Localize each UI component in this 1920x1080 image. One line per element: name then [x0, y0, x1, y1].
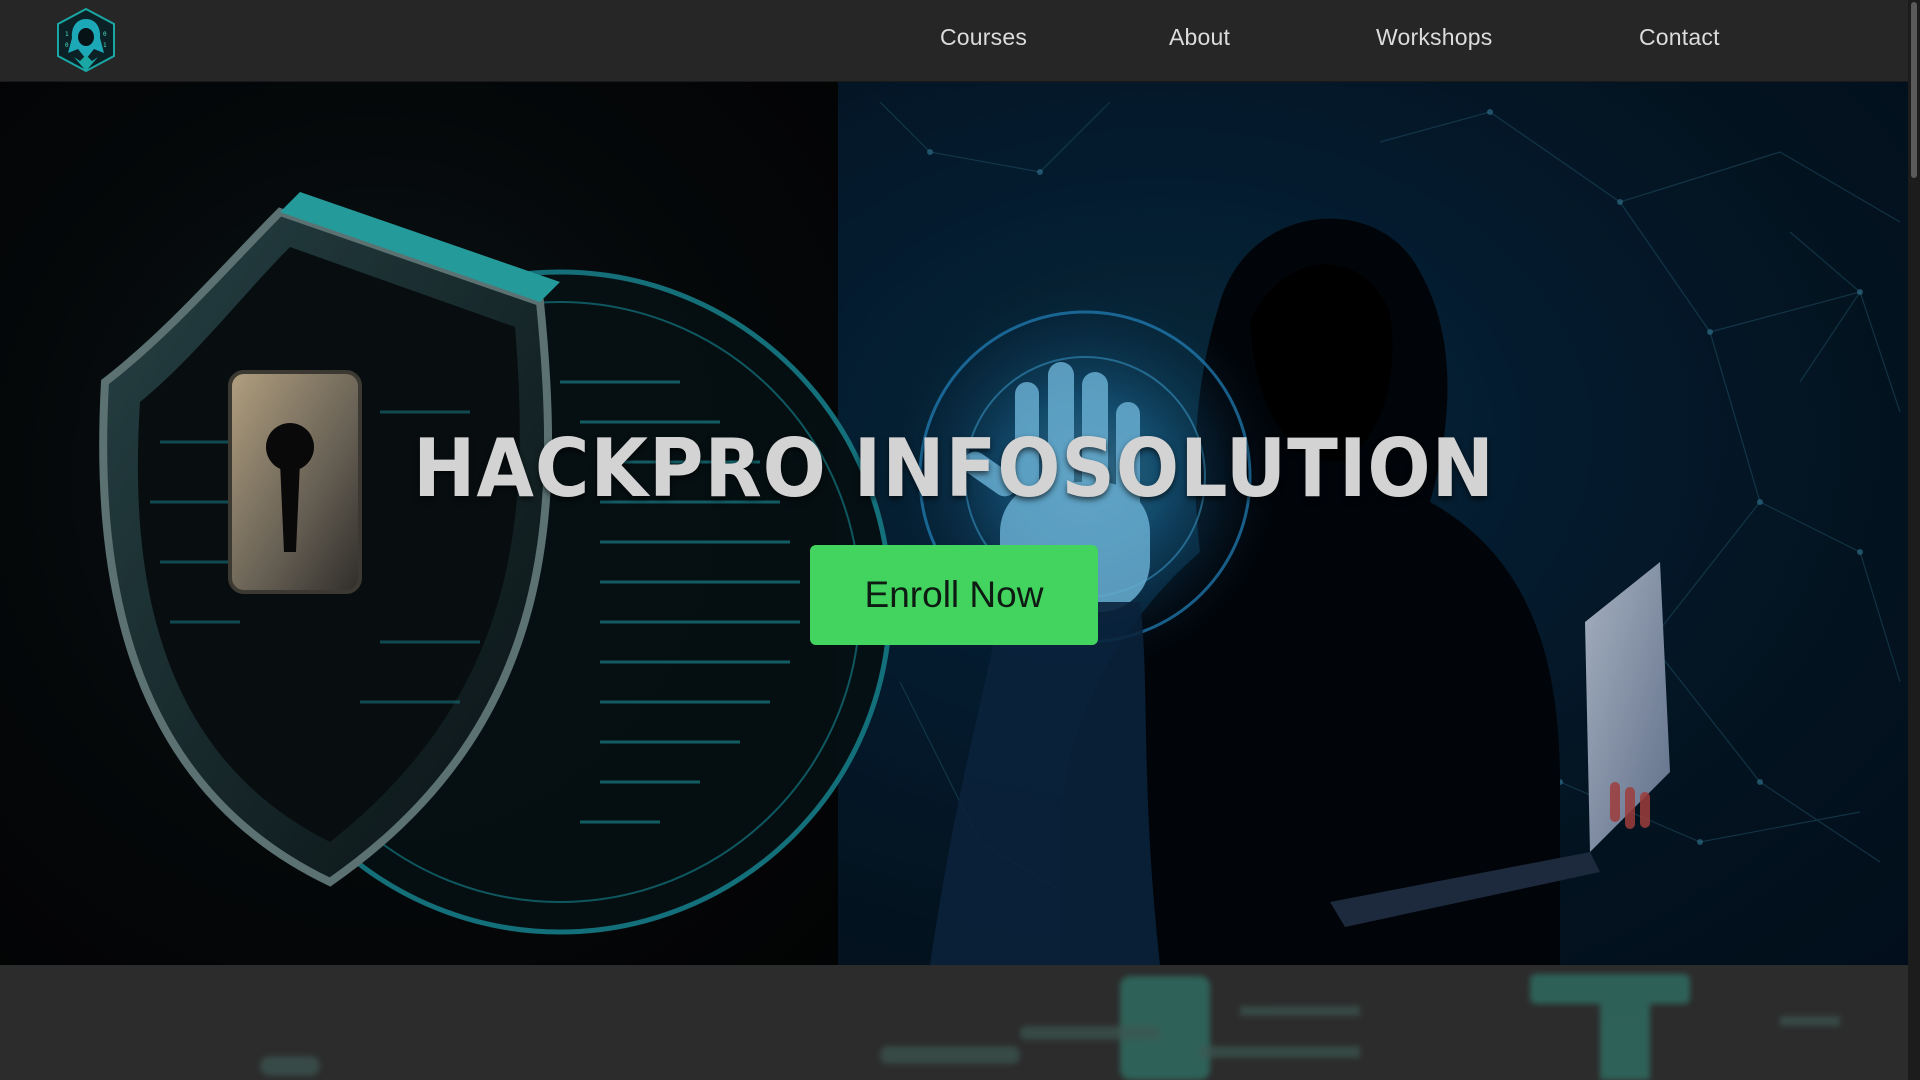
nav-link-contact[interactable]: Contact	[1639, 24, 1720, 51]
nav-link-workshops[interactable]: Workshops	[1376, 24, 1492, 51]
svg-text:1: 1	[65, 31, 69, 38]
nav-link-courses[interactable]: Courses	[940, 24, 1027, 51]
hooded-hacker-logo-icon[interactable]: 1 0 0 1	[54, 7, 118, 73]
top-navbar: 1 0 0 1 Courses About Workshops Contact	[0, 0, 1908, 82]
hero-title: HACKPRO INFOSOLUTION	[413, 422, 1495, 515]
svg-text:0: 0	[103, 31, 107, 38]
hero-dim-overlay	[0, 82, 1908, 965]
hero-section: HACKPRO INFOSOLUTION Enroll Now	[0, 82, 1908, 965]
svg-text:1: 1	[103, 42, 107, 49]
enroll-now-button[interactable]: Enroll Now	[810, 545, 1098, 645]
next-section-preview	[0, 966, 1908, 1080]
nav-link-about[interactable]: About	[1169, 24, 1230, 51]
svg-text:0: 0	[65, 42, 69, 49]
page-scrollbar[interactable]	[1908, 0, 1920, 1080]
circuit-pattern-image	[260, 974, 1840, 1080]
scrollbar-thumb[interactable]	[1911, 2, 1917, 178]
